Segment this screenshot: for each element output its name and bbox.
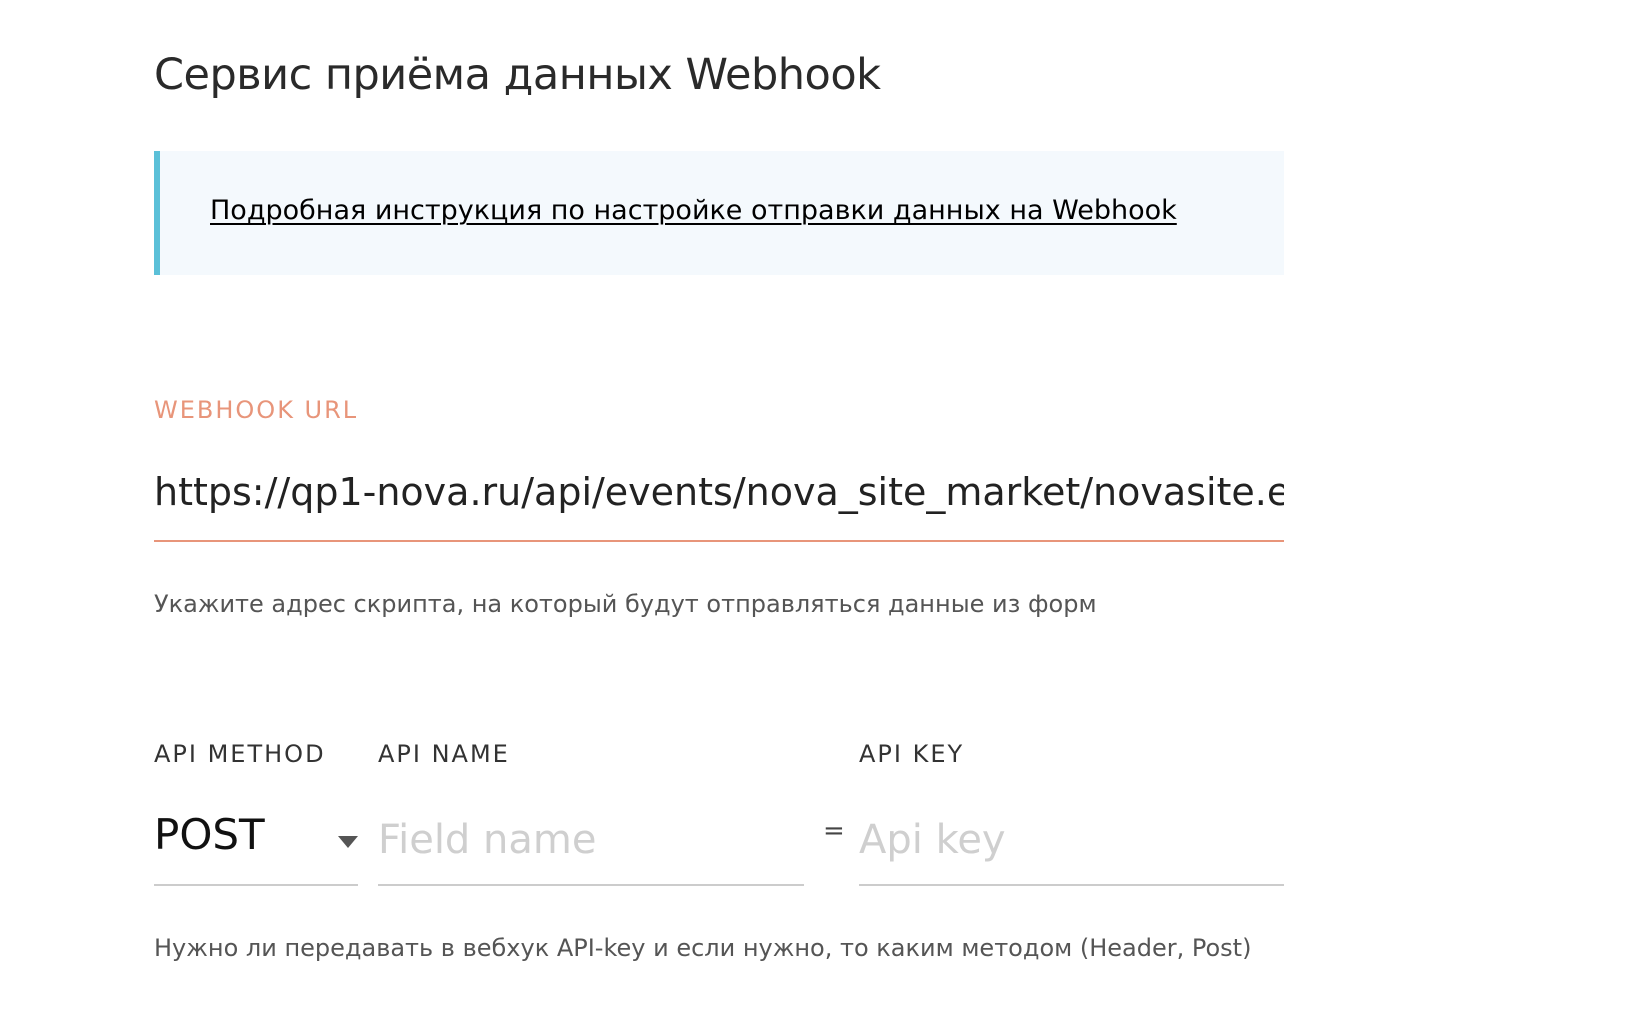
api-name-label: API NAME: [378, 740, 510, 768]
api-key-field: [859, 800, 1284, 886]
api-key-input[interactable]: [859, 800, 1284, 880]
equals-sign: =: [823, 816, 845, 846]
api-method-label: API METHOD: [154, 740, 326, 768]
api-method-value: POST: [154, 810, 265, 859]
api-hint: Нужно ли передавать в вебхук API-key и е…: [154, 934, 1252, 962]
api-name-field: [378, 800, 804, 886]
page-title: Сервис приёма данных Webhook: [154, 50, 881, 100]
chevron-down-icon: [338, 836, 358, 848]
api-method-select[interactable]: POST: [154, 800, 358, 886]
api-name-input[interactable]: [378, 800, 804, 880]
webhook-url-input[interactable]: [154, 452, 1284, 532]
api-key-label: API KEY: [859, 740, 965, 768]
info-callout: Подробная инструкция по настройке отправ…: [154, 151, 1284, 275]
webhook-url-hint: Укажите адрес скрипта, на который будут …: [154, 590, 1097, 618]
webhook-url-field: [154, 452, 1284, 542]
instruction-link[interactable]: Подробная инструкция по настройке отправ…: [210, 195, 1177, 226]
webhook-url-label: WEBHOOK URL: [154, 396, 359, 424]
